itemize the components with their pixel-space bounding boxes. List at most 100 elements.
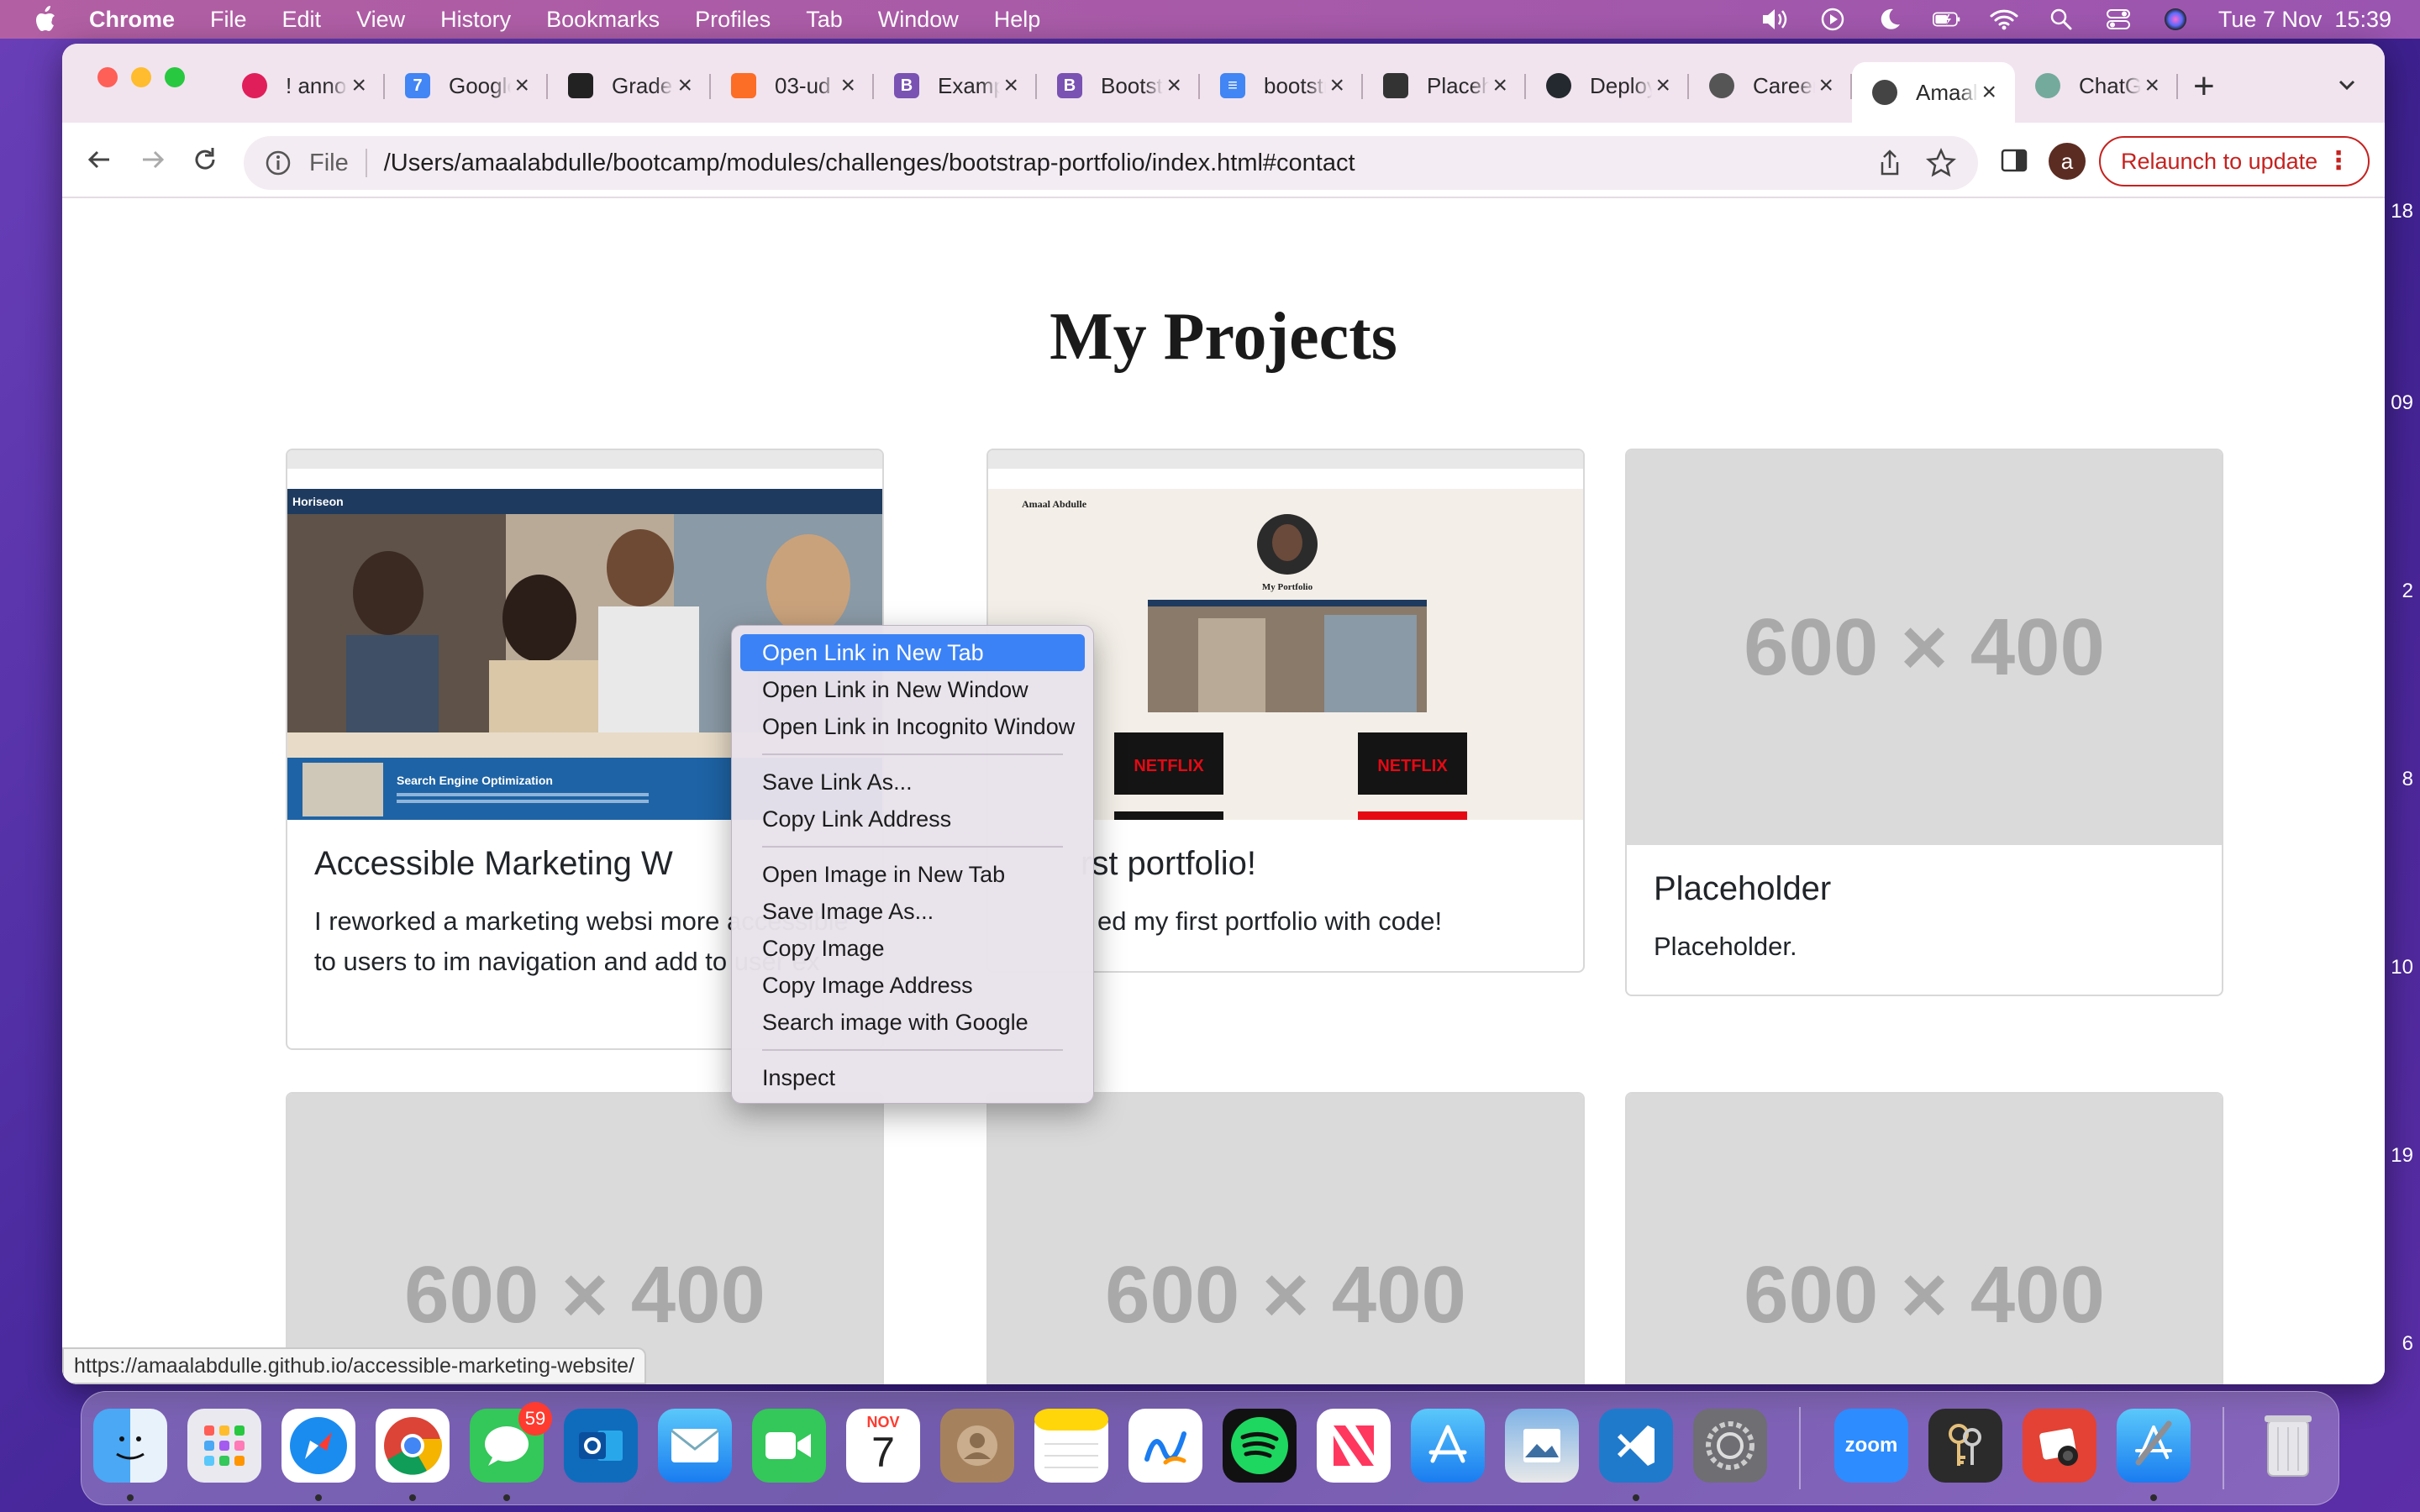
dock-trash-icon[interactable]: [2251, 1409, 2325, 1483]
siri-icon[interactable]: [2161, 7, 2190, 32]
tab-close-icon[interactable]: ×: [514, 71, 529, 100]
url-text[interactable]: /Users/amaalabdulle/bootcamp/modules/cha…: [384, 150, 1355, 177]
placeholder-image-5[interactable]: 600 × 400: [988, 1094, 1583, 1384]
dock-xcode-icon[interactable]: [2117, 1409, 2191, 1483]
dock-contacts-icon[interactable]: [940, 1409, 1014, 1483]
project-card-placeholder-6[interactable]: 600 × 400: [1625, 1092, 2223, 1384]
dock-launchpad-icon[interactable]: [187, 1409, 261, 1483]
spotlight-search-icon[interactable]: [2047, 7, 2075, 32]
menu-save-image-as[interactable]: Save Image As...: [740, 893, 1085, 930]
tab-bootstrap[interactable]: ≡ bootstrap×: [1200, 62, 1363, 109]
dock-finder-icon[interactable]: [93, 1409, 167, 1483]
menu-edit[interactable]: Edit: [282, 7, 322, 33]
profile-avatar[interactable]: a: [2049, 143, 2086, 180]
bookmark-star-icon[interactable]: [1926, 148, 1956, 178]
dock-messages-icon[interactable]: 59: [470, 1402, 552, 1483]
dock-app-store-icon[interactable]: [1411, 1409, 1485, 1483]
minimize-window-button[interactable]: [131, 67, 151, 87]
menubar-clock[interactable]: Tue 7 Nov 15:39: [2218, 7, 2391, 33]
tab-close-icon[interactable]: ×: [1166, 71, 1181, 100]
dock-mail-icon[interactable]: [658, 1409, 732, 1483]
dock-notes-icon[interactable]: [1034, 1409, 1108, 1483]
back-arrow-icon[interactable]: [84, 144, 114, 175]
menu-open-link-new-window[interactable]: Open Link in New Window: [740, 671, 1085, 708]
dock-keychain-icon[interactable]: [1928, 1409, 2002, 1483]
menu-tab[interactable]: Tab: [806, 7, 843, 33]
dock-preview-icon[interactable]: [1505, 1409, 1579, 1483]
dock-chrome-icon[interactable]: [376, 1409, 450, 1483]
tab-placeholder[interactable]: Placeholder×: [1363, 62, 1526, 109]
site-info-icon[interactable]: [264, 149, 292, 177]
side-panel-icon[interactable]: [2000, 146, 2028, 175]
menu-copy-link-address[interactable]: Copy Link Address: [740, 801, 1085, 837]
tab-chatgpt[interactable]: ChatGPT×: [2015, 62, 2178, 109]
menu-open-link-incognito[interactable]: Open Link in Incognito Window: [740, 708, 1085, 745]
apple-icon[interactable]: [32, 5, 57, 34]
tab-close-icon[interactable]: ×: [1003, 71, 1018, 100]
placeholder-image-6[interactable]: 600 × 400: [1627, 1094, 2222, 1384]
dock-zoom-icon[interactable]: zoom: [1834, 1409, 1908, 1483]
menu-view[interactable]: View: [356, 7, 405, 33]
dock-safari-icon[interactable]: [281, 1409, 355, 1483]
tab-close-icon[interactable]: ×: [1492, 71, 1507, 100]
chrome-menu-kebab-icon[interactable]: ⋮: [2326, 148, 2351, 175]
tab-announcements[interactable]: ! announcements×: [222, 62, 385, 109]
new-tab-button[interactable]: +: [2193, 66, 2215, 108]
tab-deploy[interactable]: Deploy ×: [1526, 62, 1689, 109]
menu-open-image-new-tab[interactable]: Open Image in New Tab: [740, 856, 1085, 893]
menu-inspect[interactable]: Inspect: [740, 1059, 1085, 1096]
dock-news-icon[interactable]: [1317, 1409, 1391, 1483]
tab-close-icon[interactable]: ×: [1655, 71, 1670, 100]
tab-close-icon[interactable]: ×: [1981, 78, 1996, 107]
tab-google-calendar[interactable]: 7 Google Calendar×: [385, 62, 548, 109]
tab-careers[interactable]: Careers×: [1689, 62, 1852, 109]
menu-copy-image-address[interactable]: Copy Image Address: [740, 967, 1085, 1004]
menu-help[interactable]: Help: [994, 7, 1041, 33]
tab-search-chevron-icon[interactable]: [2336, 74, 2358, 96]
volume-icon[interactable]: [1761, 7, 1790, 32]
close-window-button[interactable]: [97, 67, 118, 87]
project-card-placeholder-4[interactable]: 600 × 400: [286, 1092, 884, 1384]
menu-app-name[interactable]: Chrome: [89, 7, 175, 33]
dock-vscode-icon[interactable]: [1599, 1409, 1673, 1483]
dock-calendar-icon[interactable]: NOV 7: [846, 1409, 920, 1483]
menu-file[interactable]: File: [210, 7, 247, 33]
dock-outlook-icon[interactable]: [564, 1409, 638, 1483]
menu-save-link-as[interactable]: Save Link As...: [740, 764, 1085, 801]
tab-examples[interactable]: B Examples×: [874, 62, 1037, 109]
reload-icon[interactable]: [190, 144, 220, 175]
tab-close-icon[interactable]: ×: [2144, 71, 2160, 100]
zoom-window-button[interactable]: [165, 67, 185, 87]
tab-close-icon[interactable]: ×: [677, 71, 692, 100]
menu-profiles[interactable]: Profiles: [695, 7, 771, 33]
share-icon[interactable]: [1876, 149, 1904, 177]
forward-arrow-icon[interactable]: [138, 144, 168, 175]
battery-icon[interactable]: [1932, 7, 1961, 32]
project-card-placeholder[interactable]: 600 × 400 Placeholder Placeholder.: [1625, 449, 2223, 996]
menu-window[interactable]: Window: [878, 7, 959, 33]
menu-search-image-google[interactable]: Search image with Google: [740, 1004, 1085, 1041]
focus-moon-icon[interactable]: [1876, 7, 1904, 32]
menu-bookmarks[interactable]: Bookmarks: [546, 7, 660, 33]
menu-history[interactable]: History: [440, 7, 511, 33]
tab-close-icon[interactable]: ×: [840, 71, 855, 100]
tab-close-icon[interactable]: ×: [1329, 71, 1344, 100]
dock-facetime-icon[interactable]: [752, 1409, 826, 1483]
menu-copy-image[interactable]: Copy Image: [740, 930, 1085, 967]
menu-open-link-new-tab[interactable]: Open Link in New Tab: [740, 634, 1085, 671]
dock-system-settings-icon[interactable]: [1693, 1409, 1767, 1483]
dock-spotify-icon[interactable]: [1223, 1409, 1297, 1483]
tab-close-icon[interactable]: ×: [1818, 71, 1833, 100]
control-center-icon[interactable]: [2104, 7, 2133, 32]
address-bar[interactable]: File /Users/amaalabdulle/bootcamp/module…: [244, 136, 1978, 190]
tab-bootstrap[interactable]: B Bootstrap×: [1037, 62, 1200, 109]
dock-photo-booth-icon[interactable]: [2023, 1409, 2096, 1483]
tab-close-icon[interactable]: ×: [351, 71, 366, 100]
dock-freeform-icon[interactable]: [1128, 1409, 1202, 1483]
wifi-icon[interactable]: [1990, 7, 2018, 32]
play-icon[interactable]: [1818, 7, 1847, 32]
tab-03-ud[interactable]: 03-ud ×: [711, 62, 874, 109]
relaunch-to-update-button[interactable]: Relaunch to update ⋮: [2099, 136, 2370, 186]
placeholder-image[interactable]: 600 × 400: [1627, 450, 2222, 845]
tab-amaal[interactable]: Amaal ×: [1852, 62, 2015, 123]
